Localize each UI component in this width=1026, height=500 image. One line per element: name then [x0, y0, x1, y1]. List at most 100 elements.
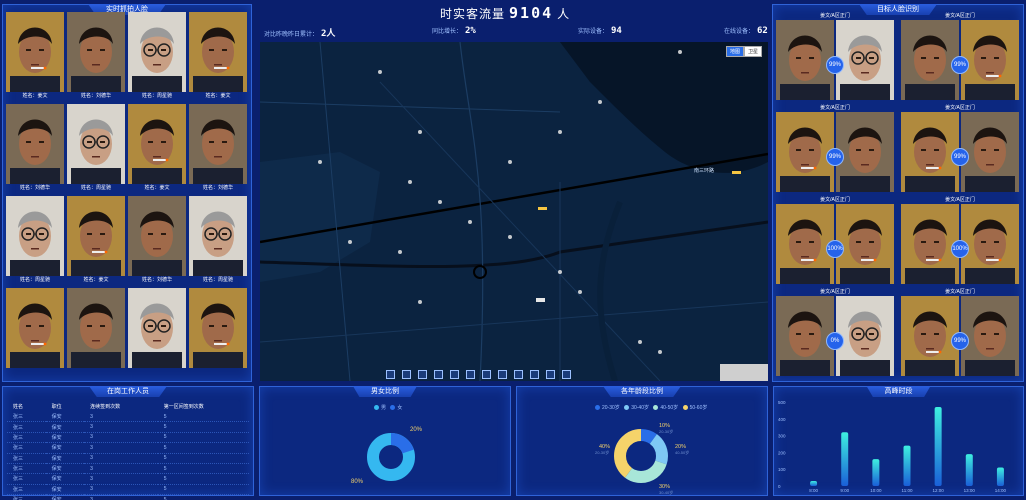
- gender-panel: 男女比例 男 女 20% 80%: [259, 386, 511, 496]
- captured-face-card[interactable]: 姓名：周星驰: [67, 104, 125, 193]
- layer-icon[interactable]: [498, 370, 507, 379]
- y-tick-label: 100: [778, 467, 786, 472]
- staff-cell: 5: [157, 494, 249, 500]
- staff-cell: 3: [84, 442, 158, 454]
- captured-face-card[interactable]: 姓名：刘德华: [128, 196, 186, 285]
- captured-face-card[interactable]: 姓名：周星驰: [189, 196, 247, 285]
- recognition-match-card[interactable]: 姜文/A区正门 100%: [776, 196, 894, 286]
- staff-cell: 张三: [7, 494, 46, 500]
- staff-cell: 5: [157, 453, 249, 464]
- recognition-match-card[interactable]: 姜文/A区正门 99%: [776, 12, 894, 102]
- recognition-match-card[interactable]: 姜文/A区正门 99%: [776, 104, 894, 194]
- face-name-label: 姓名：姜文: [144, 185, 170, 191]
- captured-face-photo: [776, 20, 834, 100]
- similarity-badge: 0%: [826, 332, 844, 350]
- staff-cell: 5: [157, 473, 249, 485]
- camera-icon[interactable]: [562, 370, 571, 379]
- fullscreen-icon[interactable]: [434, 370, 443, 379]
- face-name-label: 姓名：刘德华: [19, 185, 50, 191]
- flask-icon[interactable]: [514, 370, 523, 379]
- staff-cell: 5: [157, 442, 249, 454]
- peak-bar[interactable]: [996, 467, 1004, 486]
- staff-cell: 3: [84, 473, 158, 485]
- peak-bar[interactable]: [810, 480, 818, 486]
- peak-bar[interactable]: [841, 432, 849, 486]
- face-photo: [189, 196, 247, 276]
- face-photo: [6, 12, 64, 92]
- staff-row: 张三保安35: [7, 442, 249, 454]
- globe-icon[interactable]: [466, 370, 475, 379]
- staff-cell: 张三: [7, 473, 46, 485]
- match-location-label: 姜文/A区正门: [820, 105, 850, 111]
- stat-online: 在线设备： 62: [724, 26, 768, 36]
- staff-cell: 张三: [7, 432, 46, 444]
- match-location-label: 姜文/A区正门: [945, 197, 975, 203]
- visitor-flow-prefix: 时实客流量: [440, 7, 506, 21]
- map-type-switch: 地图 卫星: [725, 46, 762, 57]
- map-canvas: 南三环路: [260, 42, 768, 381]
- staff-cell: 5: [157, 432, 249, 444]
- face-photo: [189, 104, 247, 184]
- ruler-icon[interactable]: [450, 370, 459, 379]
- staff-cell: 保安: [45, 463, 85, 475]
- satellite-type-button[interactable]: 卫星: [743, 46, 762, 57]
- chart-icon[interactable]: [530, 370, 539, 379]
- captured-face-card[interactable]: 姓名：姜文: [189, 12, 247, 101]
- captured-face-photo: [901, 204, 959, 284]
- captured-face-card[interactable]: 姓名：姜文: [6, 12, 64, 101]
- peak-bar[interactable]: [872, 459, 880, 486]
- recognition-match-card[interactable]: 姜文/A区正门 99%: [901, 104, 1019, 194]
- captured-face-card[interactable]: 姓名：刘德华: [189, 104, 247, 193]
- face-photo: [128, 104, 186, 184]
- captured-face-card[interactable]: [67, 288, 125, 377]
- captured-face-card[interactable]: 姓名：刘德华: [6, 104, 64, 193]
- captured-face-card[interactable]: 姓名：刘德华: [67, 12, 125, 101]
- staff-column-header: 职位: [51, 404, 62, 410]
- stat-yesterday: 对比昨晚昨日累计： 2人: [264, 29, 336, 39]
- comparison-grid: 姜文/A区正门 99% 姜文/A区正门 99% 姜文/A区正门 99% 姜文/A…: [776, 12, 1022, 382]
- similarity-badge: 99%: [951, 56, 969, 74]
- peak-bar[interactable]: [903, 445, 911, 486]
- svg-text:40-50岁: 40-50岁: [675, 449, 689, 455]
- captured-face-card[interactable]: 姓名：周星驰: [128, 12, 186, 101]
- captured-face-card[interactable]: 姓名：姜文: [67, 196, 125, 285]
- recognition-match-card[interactable]: 姜文/A区正门 99%: [901, 12, 1019, 102]
- zoom-in-icon[interactable]: [402, 370, 411, 379]
- captured-face-card[interactable]: [189, 288, 247, 377]
- database-face-photo: [836, 20, 894, 100]
- captured-face-photo: [776, 204, 834, 284]
- x-tick-label: 9:00: [840, 488, 849, 493]
- traffic-icon[interactable]: [482, 370, 491, 379]
- age-donut: 10% 20% 30% 40% 20-30岁 40-50岁 30-40岁 20-…: [595, 423, 689, 495]
- match-location-label: 姜文/A区正门: [820, 197, 850, 203]
- zoom-out-icon[interactable]: [418, 370, 427, 379]
- match-location-label: 姜文/A区正门: [820, 13, 850, 19]
- staff-cell: 3: [84, 484, 158, 496]
- face-photo: [128, 12, 186, 92]
- database-face-photo: [961, 20, 1019, 100]
- select-icon[interactable]: [386, 370, 395, 379]
- captured-face-card[interactable]: 姓名：姜文: [128, 104, 186, 193]
- peak-bar[interactable]: [965, 454, 973, 486]
- face-photo: [189, 12, 247, 92]
- captured-face-photo: [776, 296, 834, 376]
- stat-growth: 同比增长： 2%: [432, 26, 476, 36]
- recognition-match-card[interactable]: 姜文/A区正门 99%: [901, 288, 1019, 378]
- staff-cell: 3: [84, 453, 158, 464]
- recognition-match-card[interactable]: 姜文/A区正门 0%: [776, 288, 894, 378]
- captured-face-card[interactable]: [128, 288, 186, 377]
- face-name-label: [6, 368, 64, 377]
- map-type-button[interactable]: 地图: [725, 46, 744, 57]
- city-map[interactable]: 南三环路 地图 卫星: [260, 42, 768, 381]
- bus-icon[interactable]: [546, 370, 555, 379]
- recognition-match-card[interactable]: 姜文/A区正门 100%: [901, 196, 1019, 286]
- captured-face-photo: [901, 112, 959, 192]
- staff-row: 张三保安35: [7, 463, 249, 475]
- peak-bar[interactable]: [934, 407, 942, 486]
- staff-row: 张三保安35: [7, 432, 249, 444]
- staff-cell: 保安: [45, 473, 85, 485]
- captured-face-card[interactable]: 姓名：周星驰: [6, 196, 64, 285]
- staff-cell: 保安: [45, 432, 85, 444]
- face-name-label: 姓名：周星驰: [202, 277, 233, 283]
- captured-face-card[interactable]: [6, 288, 64, 377]
